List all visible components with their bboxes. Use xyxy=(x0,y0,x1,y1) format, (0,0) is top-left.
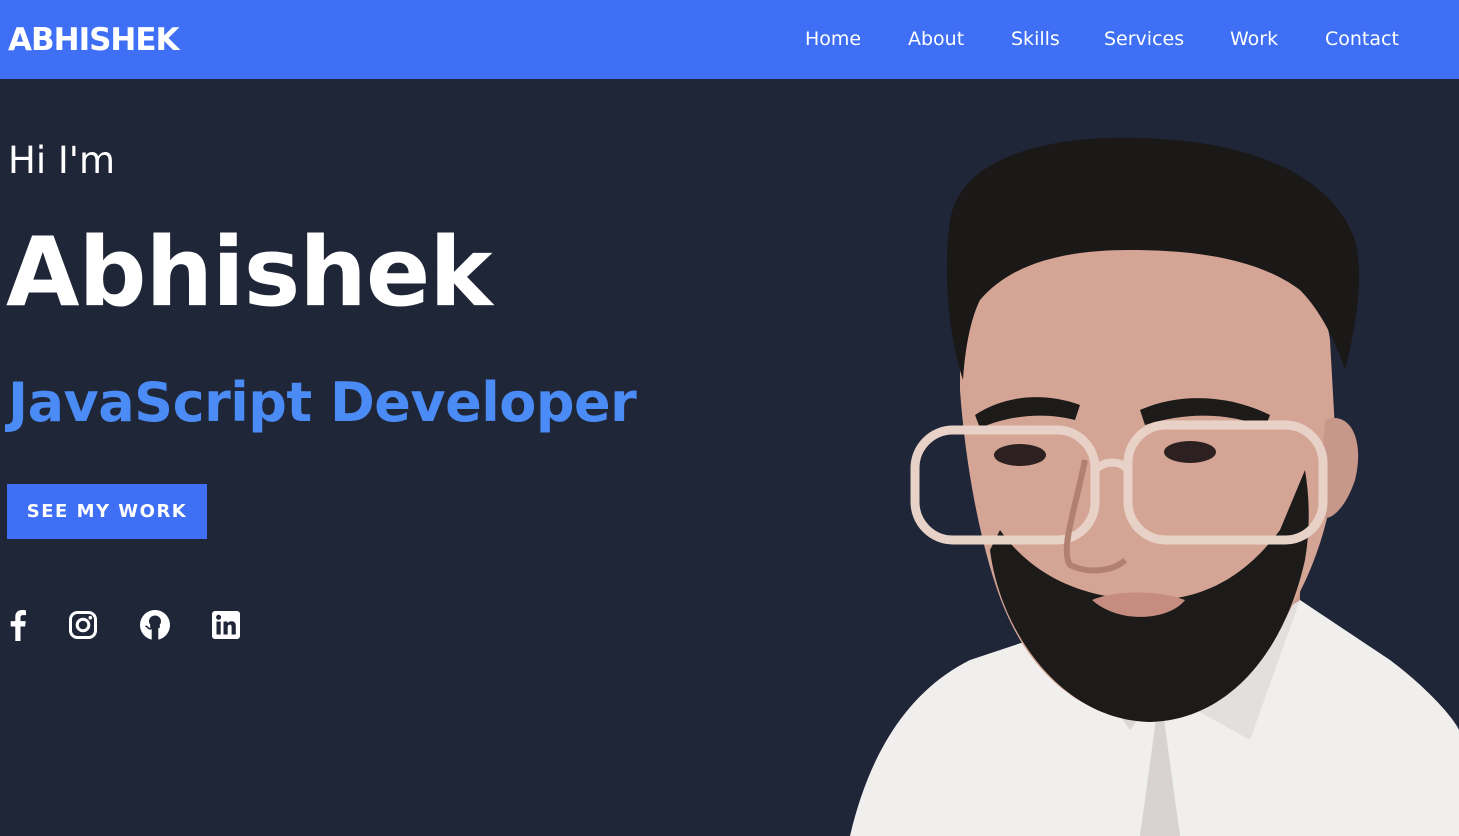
hero-greeting: Hi I'm xyxy=(8,139,115,182)
nav-about-link[interactable]: About xyxy=(908,26,964,52)
nav-services-link[interactable]: Services xyxy=(1104,26,1184,52)
linkedin-icon xyxy=(211,610,241,640)
see-my-work-button[interactable]: SEE MY WORK xyxy=(7,484,207,539)
instagram-link[interactable] xyxy=(65,607,101,643)
nav-contact-link[interactable]: Contact xyxy=(1325,26,1399,52)
github-icon xyxy=(139,609,171,641)
profile-photo xyxy=(830,130,1459,836)
facebook-link[interactable] xyxy=(0,607,36,643)
social-links xyxy=(0,607,260,643)
github-link[interactable] xyxy=(137,607,173,643)
nav-home-link[interactable]: Home xyxy=(805,26,861,52)
facebook-icon xyxy=(9,609,27,641)
main-nav: Home About Skills Services Work Contact xyxy=(0,26,1459,54)
nav-skills-link[interactable]: Skills xyxy=(1011,26,1060,52)
nav-work-link[interactable]: Work xyxy=(1230,26,1278,52)
linkedin-link[interactable] xyxy=(208,607,244,643)
hero-role: JavaScript Developer xyxy=(8,371,637,434)
page: ABHISHEK Home About Skills Services Work… xyxy=(0,0,1459,836)
instagram-icon xyxy=(68,610,98,640)
top-navbar: ABHISHEK Home About Skills Services Work… xyxy=(0,0,1459,79)
hero-name: Abhishek xyxy=(6,218,493,328)
